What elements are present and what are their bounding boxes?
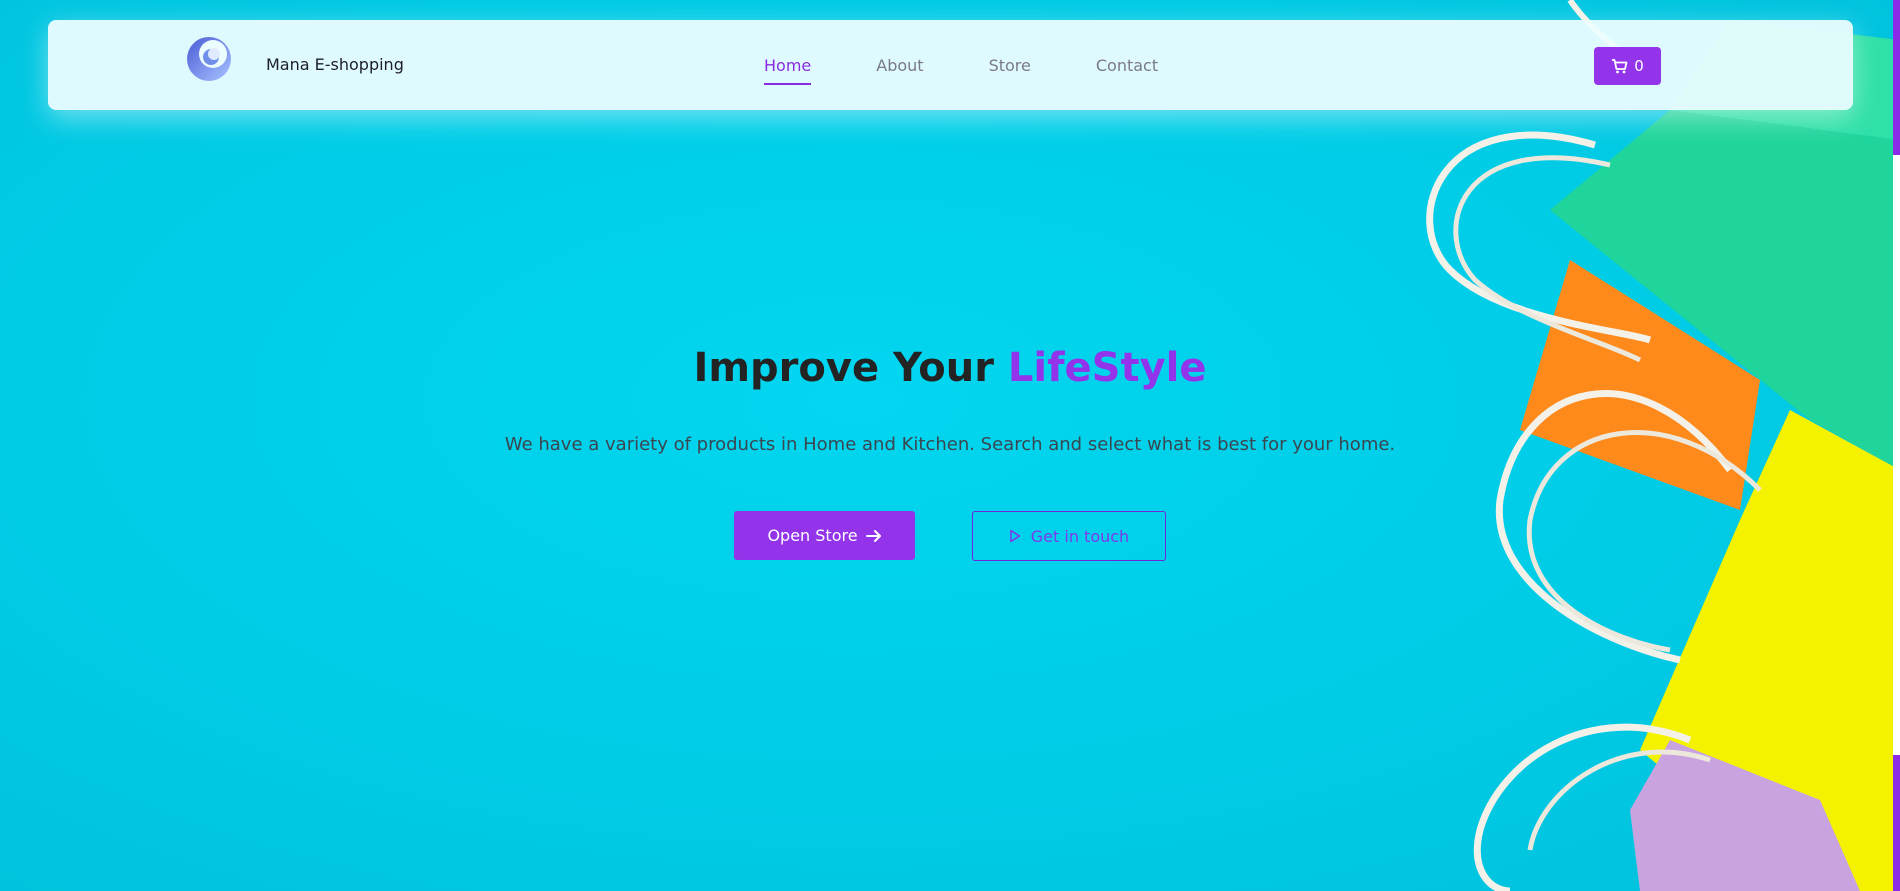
nav-menu: Home About Store Contact [764, 56, 1223, 85]
crescent-logo-icon[interactable] [186, 36, 232, 82]
brand-name[interactable]: Mana E-shopping [266, 55, 404, 74]
hero-title: Improve Your LifeStyle [0, 345, 1900, 391]
nav-item-home[interactable]: Home [764, 56, 812, 85]
open-store-label: Open Store [767, 526, 858, 545]
hero-subtitle: We have a variety of products in Home an… [504, 434, 1396, 455]
nav-item-contact[interactable]: Contact [1096, 56, 1158, 75]
nav-item-store[interactable]: Store [989, 56, 1031, 75]
navbar: Mana E-shopping Home About Store Contact… [48, 20, 1853, 110]
cart-icon [1612, 59, 1628, 74]
hero-title-main: Improve Your [693, 345, 1008, 391]
cart-button[interactable]: 0 [1594, 47, 1661, 85]
arrow-right-icon [865, 529, 881, 542]
open-store-button[interactable]: Open Store [734, 511, 915, 560]
play-icon [1009, 529, 1021, 543]
get-in-touch-label: Get in touch [1030, 526, 1130, 546]
nav-item-about[interactable]: About [876, 56, 923, 75]
scroll-accent-top [1893, 0, 1900, 155]
cart-count: 0 [1634, 57, 1644, 75]
hero-title-accent: LifeStyle [1007, 345, 1207, 391]
scroll-accent-bottom [1893, 755, 1900, 891]
get-in-touch-button[interactable]: Get in touch [972, 511, 1166, 561]
scroll-accent-mid [1893, 155, 1900, 755]
